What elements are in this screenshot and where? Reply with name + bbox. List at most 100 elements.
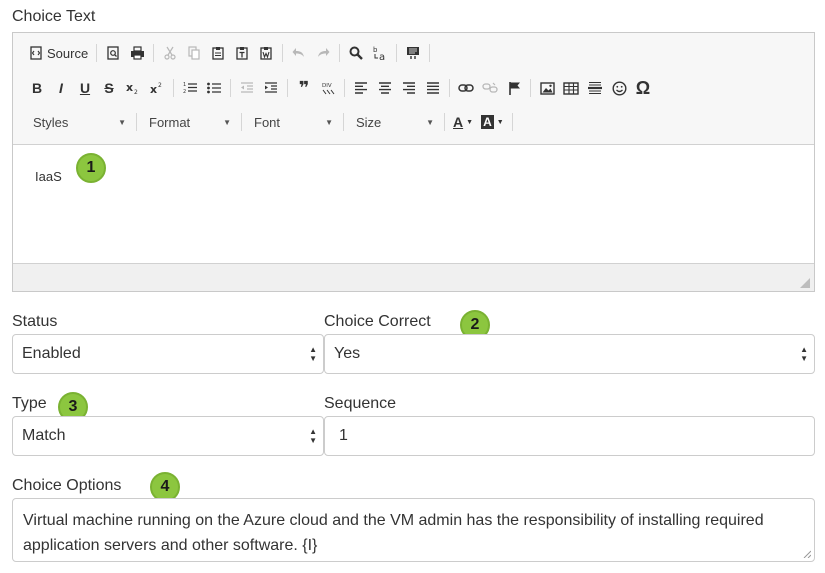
- font-label: Font: [254, 114, 281, 130]
- paste-word-icon: [260, 47, 272, 60]
- numbered-list-button[interactable]: 12: [178, 76, 202, 100]
- templates-icon: [407, 47, 420, 59]
- templates-button[interactable]: [401, 41, 425, 65]
- smiley-icon: [611, 80, 627, 96]
- sequence-input[interactable]: 1: [324, 416, 815, 456]
- unlink-button[interactable]: [478, 76, 502, 100]
- rich-text-editor: Source b a B I U S x 2 x 2 1 2 ❞ DIV Ω S…: [12, 32, 815, 292]
- outdent-button[interactable]: [235, 76, 259, 100]
- resize-handle-icon[interactable]: [800, 278, 810, 288]
- separator: [282, 44, 284, 62]
- link-button[interactable]: [454, 76, 478, 100]
- paste-button[interactable]: [206, 41, 230, 65]
- strikethrough-button[interactable]: S: [97, 76, 121, 100]
- underline-button[interactable]: U: [73, 76, 97, 100]
- paste-text-button[interactable]: [230, 41, 254, 65]
- cut-button[interactable]: [158, 41, 182, 65]
- select-arrows-icon: ▲ ▼: [309, 427, 317, 445]
- replace-button[interactable]: ba: [368, 41, 392, 65]
- format-dropdown[interactable]: Format ▼: [141, 110, 237, 134]
- undo-button[interactable]: [287, 41, 311, 65]
- font-dropdown[interactable]: Font ▼: [246, 110, 339, 134]
- create-div-button[interactable]: DIV: [316, 76, 340, 100]
- source-label: Source: [47, 45, 89, 61]
- source-button[interactable]: Source: [25, 41, 92, 65]
- chevron-down-icon: ▼: [496, 118, 504, 126]
- separator: [511, 113, 513, 131]
- text-color-button[interactable]: A ▼: [449, 110, 477, 134]
- redo-button[interactable]: [311, 41, 335, 65]
- editor-content-area[interactable]: IaaS: [13, 145, 814, 263]
- source-icon: [30, 46, 42, 60]
- toolbar-row-1: Source b a: [25, 40, 434, 66]
- background-color-icon: A: [481, 115, 494, 129]
- subscript-icon: x2: [126, 81, 138, 95]
- svg-text:1: 1: [183, 82, 186, 88]
- resize-handle-icon[interactable]: [803, 550, 811, 558]
- align-center-button[interactable]: [373, 76, 397, 100]
- chevron-down-icon: ▼: [325, 117, 333, 127]
- superscript-button[interactable]: x2: [145, 76, 169, 100]
- size-label: Size: [356, 114, 382, 130]
- italic-button[interactable]: I: [49, 76, 73, 100]
- sequence-label: Sequence: [324, 395, 397, 412]
- paste-word-button[interactable]: [254, 41, 278, 65]
- bulleted-list-icon: [207, 82, 221, 94]
- indent-icon: [265, 82, 277, 93]
- chevron-down-icon: ▼: [426, 117, 434, 127]
- subscript-button[interactable]: x2: [121, 76, 145, 100]
- align-center-icon: [379, 82, 391, 94]
- replace-icon: ba: [373, 46, 385, 61]
- smiley-button[interactable]: [607, 76, 631, 100]
- separator: [230, 79, 231, 97]
- justify-button[interactable]: [421, 76, 445, 100]
- toolbar-row-3: Styles ▼ Format ▼ Font ▼ Size ▼ A ▼ A ▼: [25, 109, 517, 135]
- blockquote-button[interactable]: ❞: [292, 76, 316, 100]
- preview-button[interactable]: [101, 41, 125, 65]
- superscript-icon: x2: [150, 82, 162, 95]
- choice-correct-select[interactable]: Yes ▲ ▼: [324, 334, 815, 374]
- separator: [173, 79, 174, 97]
- anchor-button[interactable]: [502, 76, 526, 100]
- separator: [96, 44, 98, 62]
- chevron-down-icon: ▼: [466, 118, 474, 126]
- styles-label: Styles: [33, 114, 69, 130]
- choice-correct-value: Yes: [334, 345, 361, 362]
- step-badge-1: 1: [76, 153, 106, 183]
- horizontal-line-button[interactable]: [583, 76, 607, 100]
- chevron-down-icon: ▼: [118, 117, 126, 127]
- table-button[interactable]: [559, 76, 583, 100]
- outdent-icon: [241, 82, 253, 93]
- sequence-value: 1: [339, 427, 348, 444]
- type-select[interactable]: Match ▲ ▼: [12, 416, 324, 456]
- copy-button[interactable]: [182, 41, 206, 65]
- size-dropdown[interactable]: Size ▼: [348, 110, 440, 134]
- chevron-down-icon: ▼: [223, 117, 231, 127]
- background-color-button[interactable]: A ▼: [477, 110, 508, 134]
- find-button[interactable]: [344, 41, 368, 65]
- print-button[interactable]: [125, 41, 149, 65]
- align-right-button[interactable]: [397, 76, 421, 100]
- indent-button[interactable]: [259, 76, 283, 100]
- special-char-button[interactable]: Ω: [631, 76, 655, 100]
- format-label: Format: [149, 114, 191, 130]
- paste-icon: [212, 47, 224, 60]
- styles-dropdown[interactable]: Styles ▼: [25, 110, 132, 134]
- svg-text:a: a: [379, 52, 385, 61]
- status-select[interactable]: Enabled ▲ ▼: [12, 334, 324, 374]
- svg-text:b: b: [373, 46, 378, 54]
- align-left-button[interactable]: [349, 76, 373, 100]
- select-arrows-icon: ▲ ▼: [800, 345, 808, 363]
- status-value: Enabled: [22, 345, 81, 362]
- bulleted-list-button[interactable]: [202, 76, 226, 100]
- image-button[interactable]: [535, 76, 559, 100]
- svg-text:2: 2: [183, 89, 186, 95]
- choice-options-textarea[interactable]: Virtual machine running on the Azure clo…: [12, 498, 815, 562]
- align-right-icon: [403, 82, 415, 94]
- div-container-icon: DIV: [322, 83, 335, 95]
- separator: [429, 44, 431, 62]
- redo-icon: [318, 48, 330, 57]
- justify-icon: [427, 82, 439, 94]
- flag-icon: [508, 82, 520, 95]
- bold-button[interactable]: B: [25, 76, 49, 100]
